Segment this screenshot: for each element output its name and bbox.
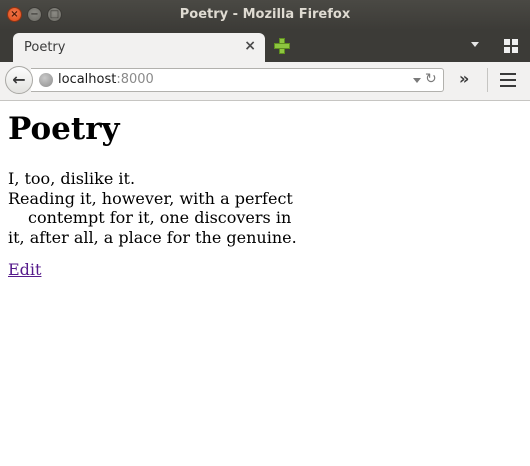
url-bar[interactable]: localhost:8000 ↻ (31, 68, 444, 92)
menu-icon[interactable] (500, 73, 516, 87)
poem-line: it, after all, a place for the genuine. (8, 227, 297, 247)
back-arrow-icon: ← (12, 70, 26, 89)
url-host: localhost (58, 72, 117, 87)
poem: I, too, dislike it. Reading it, however,… (8, 169, 297, 247)
panorama-icon[interactable] (504, 39, 518, 53)
url-port: :8000 (116, 72, 154, 87)
window-titlebar[interactable]: × − □ Poetry - Mozilla Firefox (0, 0, 530, 30)
new-tab-icon[interactable] (274, 38, 290, 54)
window-title: Poetry - Mozilla Firefox (179, 7, 351, 22)
url-text[interactable]: localhost:8000 (58, 72, 154, 87)
page-title: Poetry (8, 111, 120, 147)
tab-strip: Poetry × (0, 30, 530, 62)
edit-link[interactable]: Edit (8, 260, 41, 279)
page-content: Poetry I, too, dislike it. Reading it, h… (0, 101, 530, 466)
poem-line: Reading it, however, with a perfect (8, 188, 293, 208)
tab-close-icon[interactable]: × (244, 38, 256, 54)
back-button[interactable]: ← (5, 66, 33, 94)
reload-icon[interactable]: ↻ (425, 71, 437, 87)
navigation-bar: localhost:8000 ↻ ← » (0, 62, 530, 101)
tab-poetry[interactable]: Poetry × (13, 33, 265, 62)
toolbar-separator (487, 68, 488, 92)
globe-icon (39, 73, 53, 87)
tab-list-icon[interactable] (471, 42, 479, 47)
tab-label: Poetry (24, 40, 66, 55)
dropdown-icon[interactable] (413, 78, 421, 83)
poem-line: contempt for it, one discovers in (28, 208, 292, 227)
overflow-icon[interactable]: » (459, 70, 469, 88)
poem-line: I, too, dislike it. (8, 169, 136, 188)
